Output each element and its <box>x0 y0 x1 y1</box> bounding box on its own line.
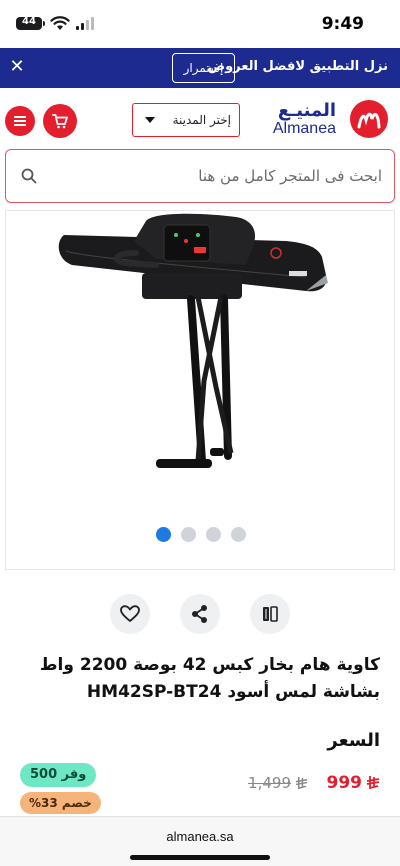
gallery-dot[interactable] <box>206 527 221 542</box>
product-actions <box>0 594 400 636</box>
logo-arabic-text: المنيـع <box>277 100 336 121</box>
compare-icon <box>263 606 278 622</box>
old-price-value: 1,499 <box>248 774 291 792</box>
close-icon[interactable]: ✕ <box>6 56 28 78</box>
search-placeholder: ابحث فى المتجر كامل من هنا <box>198 167 382 185</box>
share-button[interactable] <box>180 594 220 634</box>
url-text: almanea.sa <box>166 829 234 844</box>
product-title: كاوية هام بخار كبس 42 بوصة 2200 واط بشاش… <box>39 655 380 702</box>
cart-button[interactable] <box>43 104 77 138</box>
promo-text: نزل التطبيق لافضل العروض <box>207 59 388 74</box>
logo-english-text: Almanea <box>272 120 336 137</box>
discount-badge: خصم 33% <box>20 792 101 814</box>
product-image[interactable] <box>6 211 395 511</box>
wishlist-button[interactable] <box>110 594 150 634</box>
gallery-dot[interactable] <box>156 527 171 542</box>
product-gallery[interactable] <box>5 210 395 570</box>
almanea-logo[interactable]: المنيـع Almanea <box>268 98 388 142</box>
city-select-label: إختر المدينة <box>172 113 231 127</box>
riyal-icon <box>295 776 308 789</box>
search-input[interactable]: ابحث فى المتجر كامل من هنا <box>5 149 395 203</box>
site-header: إختر المدينة المنيـع Almanea <box>0 88 400 152</box>
savings-badge: وفر 500 <box>20 763 97 787</box>
app-promo-banner: ✕ إستمرار نزل التطبيق لافضل العروض <box>0 48 400 88</box>
gallery-dot[interactable] <box>181 527 196 542</box>
share-icon <box>192 605 207 623</box>
status-bar: 44 9:49 <box>0 0 400 48</box>
battery-icon: 44 <box>16 16 45 30</box>
current-price: 999 <box>327 773 381 793</box>
heart-icon <box>120 605 140 622</box>
signal-icon <box>76 16 94 30</box>
search-icon[interactable] <box>20 167 38 185</box>
compare-button[interactable] <box>250 594 290 634</box>
battery-level: 44 <box>22 16 36 27</box>
current-price-value: 999 <box>326 773 363 793</box>
price-label: السعر <box>327 730 380 751</box>
wifi-icon <box>50 16 70 30</box>
browser-url-bar[interactable]: almanea.sa <box>0 816 400 866</box>
caret-down-icon <box>145 117 155 123</box>
gallery-dot[interactable] <box>231 527 246 542</box>
status-time: 9:49 <box>321 14 364 34</box>
home-indicator[interactable] <box>130 855 270 860</box>
old-price: 1,499 <box>248 774 308 792</box>
cart-icon <box>52 114 68 129</box>
menu-button[interactable] <box>5 106 35 136</box>
city-select[interactable]: إختر المدينة <box>132 103 240 137</box>
riyal-icon <box>366 776 380 790</box>
gallery-pagination <box>156 527 246 542</box>
logo-mark-icon <box>350 100 388 138</box>
